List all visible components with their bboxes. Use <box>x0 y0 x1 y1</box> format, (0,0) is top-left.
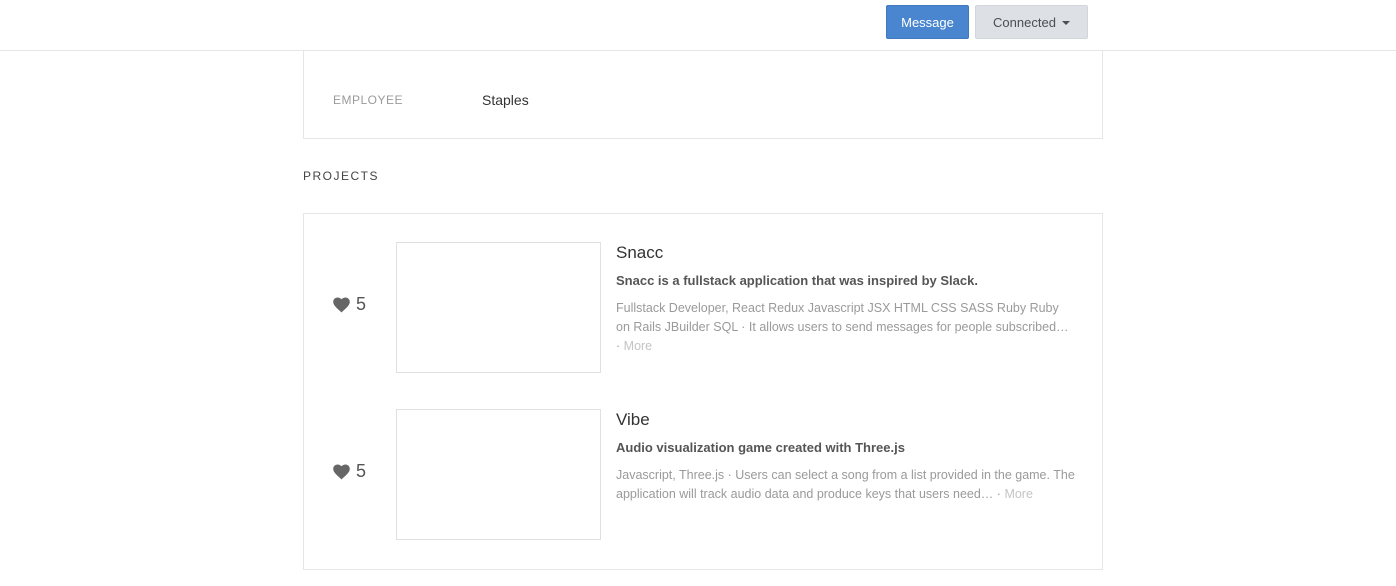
project-title[interactable]: Vibe <box>616 410 650 430</box>
more-link[interactable]: More <box>1004 487 1032 501</box>
connected-button-label: Connected <box>993 14 1056 30</box>
projects-card: 5 Snacc Snacc is a fullstack application… <box>303 213 1103 570</box>
like-button[interactable]: 5 <box>333 461 366 482</box>
message-button-label: Message <box>901 14 954 30</box>
employee-card: EMPLOYEE Staples <box>303 51 1103 139</box>
project-thumbnail[interactable] <box>396 409 601 540</box>
project-item: 5 Vibe Audio visualization game created … <box>304 409 1102 542</box>
likes-count: 5 <box>356 461 367 481</box>
project-description: Javascript, Three.js · Users can select … <box>616 466 1076 504</box>
projects-section-title: PROJECTS <box>303 169 380 183</box>
employee-label: EMPLOYEE <box>333 93 404 107</box>
top-bar: Message Connected <box>0 0 1396 51</box>
connected-dropdown-button[interactable]: Connected <box>975 5 1088 39</box>
employee-value: Staples <box>482 92 529 108</box>
like-button[interactable]: 5 <box>333 294 366 315</box>
project-description: Fullstack Developer, React Redux Javascr… <box>616 299 1076 356</box>
heart-icon <box>333 296 350 312</box>
project-tagline: Audio visualization game created with Th… <box>616 440 905 455</box>
heart-icon <box>333 463 350 479</box>
project-thumbnail[interactable] <box>396 242 601 373</box>
project-title[interactable]: Snacc <box>616 243 663 263</box>
project-description-text: Fullstack Developer, React Redux Javascr… <box>616 301 1069 353</box>
project-tagline: Snacc is a fullstack application that wa… <box>616 273 978 288</box>
caret-down-icon <box>1061 20 1070 25</box>
message-button[interactable]: Message <box>886 5 969 39</box>
project-item: 5 Snacc Snacc is a fullstack application… <box>304 242 1102 375</box>
more-link[interactable]: More <box>624 339 652 353</box>
likes-count: 5 <box>356 294 367 314</box>
